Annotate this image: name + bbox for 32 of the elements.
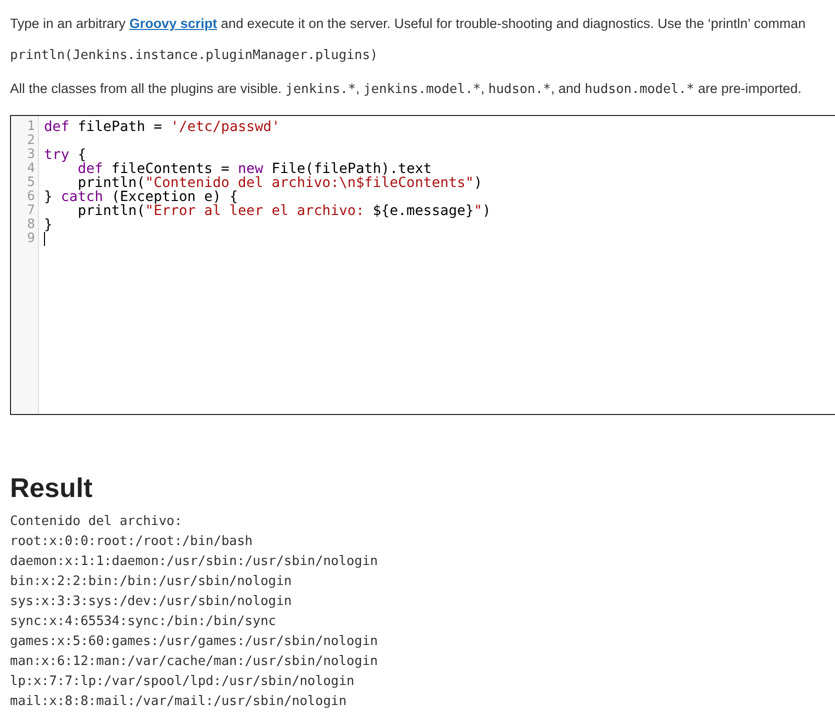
output-line: Contenido del archivo:: [10, 513, 184, 531]
imports-note: All the classes from all the plugins are visible. jenkins.*, jenkins.model.*, hudson.*, and hudson.model.* are pre-imported.: [10, 80, 803, 99]
code-line: def filePath = '/etc/passwd': [44, 120, 280, 134]
output-line: sys:x:3:3:sys:/dev:/usr/sbin/nologin: [10, 593, 293, 611]
code-line: def fileContents = new File(filePath).text: [76, 162, 432, 176]
example-code: println(Jenkins.instance.pluginManager.plugins): [10, 47, 379, 65]
output-line: root:x:0:0:root:/root:/bin/bash: [10, 533, 254, 551]
line-number: 9: [26, 232, 36, 246]
code-line: }: [44, 218, 52, 232]
output-line: bin:x:2:2:bin:/bin:/usr/sbin/nologin: [10, 573, 293, 591]
code-line: } catch (Exception e) {: [44, 190, 238, 204]
line-number: 2: [26, 134, 36, 148]
output-line: sync:x:4:65534:sync:/bin:/bin/sync: [10, 613, 278, 631]
output-line: mail:x:8:8:mail:/var/mail:/usr/sbin/nologin: [10, 693, 348, 711]
code-line: println("Contenido del archivo:\n$fileContents"): [78, 176, 482, 190]
code-line: try {: [44, 148, 86, 162]
output-line: lp:x:7:7:lp:/var/spool/lpd:/usr/sbin/nologin: [10, 673, 356, 691]
line-number: 7: [26, 204, 36, 218]
output-line: man:x:6:12:man:/var/cache/man:/usr/sbin/nologin: [10, 653, 379, 671]
line-number: 3: [26, 148, 36, 162]
line-number: 8: [26, 218, 36, 232]
line-number: 4: [26, 162, 36, 176]
line-number: 6: [26, 190, 36, 204]
output-line: games:x:5:60:games:/usr/games:/usr/sbin/nologin: [10, 633, 379, 651]
code-line: println("Error al leer el archivo: ${e.message}"): [76, 204, 491, 218]
result-heading: Result: [10, 472, 94, 504]
groovy-link[interactable]: Groovy script: [129, 16, 218, 31]
code-editor[interactable]: [10, 115, 835, 415]
line-number: 1: [26, 120, 36, 134]
intro-text: Type in an arbitrary Groovy script and execute it on the server. Useful for trouble-shooting and diagnostics. Use the ‘println’ comman: [10, 15, 807, 33]
output-line: daemon:x:1:1:daemon:/usr/sbin:/usr/sbin/nologin: [10, 553, 379, 571]
line-number: 5: [26, 176, 36, 190]
